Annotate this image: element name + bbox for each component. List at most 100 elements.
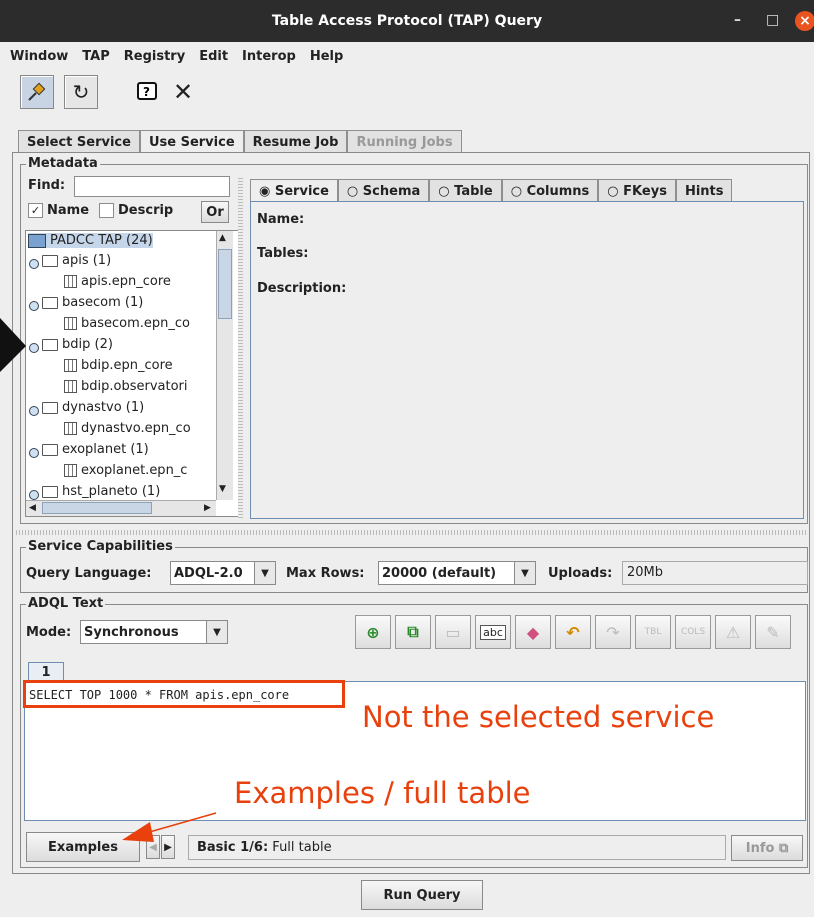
tree-table[interactable]: basecom.epn_co xyxy=(64,316,190,331)
tree-expand-icon[interactable] xyxy=(29,448,39,458)
redo-icon[interactable]: ↷ xyxy=(595,615,631,649)
tab-select-service[interactable]: Select Service xyxy=(18,130,140,153)
tree-label: PADCC TAP (24) xyxy=(50,233,153,248)
fix-errors-icon[interactable]: ✎ xyxy=(755,615,791,649)
tab-fkeys[interactable]: ○ FKeys xyxy=(598,179,676,202)
find-label: Find: xyxy=(28,178,66,193)
tab-hints[interactable]: Hints xyxy=(675,179,733,202)
tree-label: apis.epn_core xyxy=(81,274,171,289)
tree-expand-icon[interactable] xyxy=(29,406,39,416)
or-button[interactable]: Or xyxy=(201,201,229,223)
mode-value: Synchronous xyxy=(84,624,179,640)
maximize-button[interactable]: □ xyxy=(766,12,779,28)
tree-table[interactable]: exoplanet.epn_c xyxy=(64,463,187,478)
main-tabs: Select Service Use Service Resume Job Ru… xyxy=(18,130,462,153)
tree-schema[interactable]: dynastvo (1) xyxy=(42,400,144,415)
tree-label: bdip.observatori xyxy=(81,379,188,394)
tree-viewport: PADCC TAP (24) apis (1) apis.epn_core ba… xyxy=(26,231,216,500)
name-checkbox-row[interactable]: ✓ Name Descrip xyxy=(28,203,173,218)
tree-hscrollbar[interactable]: ◀ ▶ xyxy=(26,500,216,516)
tab-use-service[interactable]: Use Service xyxy=(139,130,244,153)
hscroll-thumb[interactable] xyxy=(42,502,152,514)
tree-label: hst_planeto (1) xyxy=(62,484,161,499)
name-checkbox[interactable]: ✓ xyxy=(28,203,43,218)
tree-expand-icon[interactable] xyxy=(29,490,39,500)
info-button[interactable]: Info ⧉ xyxy=(731,835,803,861)
table-icon xyxy=(64,317,77,330)
menu-tap[interactable]: TAP xyxy=(82,49,109,64)
tree-vscrollbar[interactable]: ▲ ▼ xyxy=(216,231,233,500)
tab-label: Schema xyxy=(362,183,421,199)
menu-window[interactable]: Window xyxy=(10,49,68,64)
warning-icon[interactable]: ⚠ xyxy=(715,615,751,649)
minimize-button[interactable]: – xyxy=(734,12,741,28)
reload-icon[interactable]: ↻ xyxy=(64,75,98,109)
computer-icon xyxy=(28,233,46,248)
chevron-down-icon[interactable]: ▼ xyxy=(254,562,275,584)
close-button[interactable]: × xyxy=(795,11,814,31)
tab-running-jobs[interactable]: Running Jobs xyxy=(347,130,462,153)
tree-table[interactable]: bdip.observatori xyxy=(64,379,188,394)
menu-registry[interactable]: Registry xyxy=(124,49,185,64)
prev-example-icon[interactable]: ◀ xyxy=(146,835,160,859)
splitter-handle[interactable] xyxy=(238,176,243,518)
examples-button[interactable]: Examples xyxy=(26,832,140,862)
scroll-down-icon[interactable]: ▼ xyxy=(219,484,226,494)
uploads-value: 20Mb xyxy=(622,561,808,585)
copy-tab-icon[interactable]: ⧉ xyxy=(395,615,431,649)
close-window-icon[interactable]: ✕ xyxy=(166,75,200,109)
insert-columns-icon[interactable]: COLS xyxy=(675,615,711,649)
chevron-down-icon[interactable]: ▼ xyxy=(206,621,227,643)
tree-schema[interactable]: bdip (2) xyxy=(42,337,113,352)
svg-text:?: ? xyxy=(143,85,150,99)
tree-table[interactable]: dynastvo.epn_co xyxy=(64,421,191,436)
menu-edit[interactable]: Edit xyxy=(199,49,228,64)
pin-icon[interactable] xyxy=(20,75,54,109)
remove-tab-icon[interactable]: ▭ xyxy=(435,615,471,649)
scroll-thumb[interactable] xyxy=(218,249,232,319)
descrip-checkbox[interactable] xyxy=(99,203,115,218)
tab-table[interactable]: ○ Table xyxy=(429,179,502,202)
mode-select[interactable]: Synchronous ▼ xyxy=(80,620,228,644)
tab-resume-job[interactable]: Resume Job xyxy=(243,130,348,153)
tree-schema[interactable]: basecom (1) xyxy=(42,295,143,310)
tab-label: FKeys xyxy=(623,183,667,199)
chevron-down-icon[interactable]: ▼ xyxy=(514,562,535,584)
next-example-icon[interactable]: ▶ xyxy=(161,835,175,859)
scroll-right-icon[interactable]: ▶ xyxy=(204,503,211,513)
tree-schema[interactable]: apis (1) xyxy=(42,253,111,268)
find-input[interactable] xyxy=(74,176,230,197)
horizontal-splitter[interactable] xyxy=(14,530,808,535)
query-language-select[interactable]: ADQL-2.0 ▼ xyxy=(170,561,276,585)
tree-table[interactable]: apis.epn_core xyxy=(64,274,171,289)
tree-table[interactable]: bdip.epn_core xyxy=(64,358,173,373)
menu-interop[interactable]: Interop xyxy=(242,49,296,64)
tree-schema[interactable]: hst_planeto (1) xyxy=(42,484,160,499)
tree-schema[interactable]: exoplanet (1) xyxy=(42,442,149,457)
tab-service[interactable]: ◉ Service xyxy=(250,179,338,202)
adql-text-tab[interactable]: 1 xyxy=(28,662,64,682)
add-tab-icon[interactable]: ⊕ xyxy=(355,615,391,649)
undo-icon[interactable]: ↶ xyxy=(555,615,591,649)
menu-help[interactable]: Help xyxy=(310,49,343,64)
tree-label: basecom.epn_co xyxy=(81,316,190,331)
tree-expand-icon[interactable] xyxy=(29,343,39,353)
scroll-up-icon[interactable]: ▲ xyxy=(219,233,226,243)
example-name: Basic 1/6: xyxy=(197,840,269,855)
scroll-left-icon[interactable]: ◀ xyxy=(29,503,36,513)
max-rows-select[interactable]: 20000 (default) ▼ xyxy=(378,561,536,585)
insert-table-icon[interactable]: TBL xyxy=(635,615,671,649)
detail-tables-label: Tables: xyxy=(257,246,309,261)
help-icon[interactable]: ? xyxy=(130,75,164,109)
tab-schema[interactable]: ○ Schema xyxy=(337,179,430,202)
tab-columns[interactable]: ○ Columns xyxy=(501,179,599,202)
eraser-icon[interactable]: ◆ xyxy=(515,615,551,649)
rename-tab-icon[interactable]: abc xyxy=(475,615,511,649)
tree-expand-icon[interactable] xyxy=(29,259,39,269)
folder-icon xyxy=(42,254,58,267)
run-query-button[interactable]: Run Query xyxy=(361,880,483,910)
tree-expand-icon[interactable] xyxy=(29,301,39,311)
tree-root[interactable]: PADCC TAP (24) xyxy=(28,233,153,248)
tree-label: apis (1) xyxy=(62,253,112,268)
folder-icon xyxy=(42,485,58,498)
